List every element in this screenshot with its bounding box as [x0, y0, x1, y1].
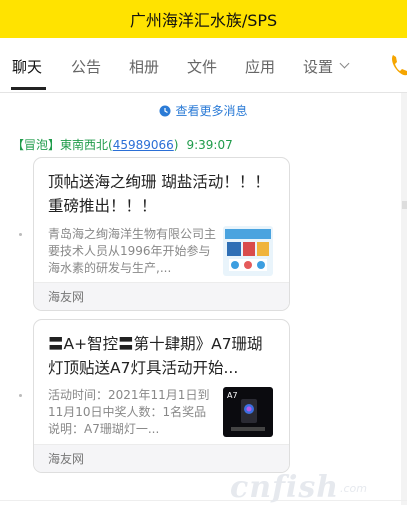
card-source: 海友网	[34, 282, 289, 310]
message-time: 9:39:07	[186, 138, 233, 152]
view-more-label: 查看更多消息	[175, 104, 248, 118]
message-bullet	[19, 233, 22, 236]
share-card[interactable]: 〓A+智控〓第十肆期》A7珊瑚灯顶贴送A7灯具活动开始... 活动时间：2021…	[33, 319, 290, 473]
sender-suffix: )	[173, 138, 179, 152]
card-thumbnail	[223, 226, 273, 276]
tab-apps[interactable]: 应用	[245, 57, 275, 77]
sender-qq-link[interactable]: 45989066	[113, 138, 174, 152]
tab-settings[interactable]: 设置	[303, 57, 333, 77]
card-description: 活动时间：2021年11月1日到11月10日中奖人数：1名奖品说明：A7珊瑚灯一…	[48, 388, 210, 436]
tab-album[interactable]: 相册	[129, 57, 159, 77]
tab-announcement[interactable]: 公告	[71, 57, 101, 77]
sender-name: 【冒泡】東南西北(	[12, 138, 113, 152]
card-title: 顶帖送海之绚珊 瑚盐活动！！！ 重磅推出！！！	[48, 173, 270, 215]
scrollbar-thumb[interactable]	[402, 201, 407, 209]
window-title: 广州海洋汇水族/SPS	[129, 11, 278, 30]
card-source: 海友网	[34, 444, 289, 472]
message-bullet	[19, 394, 22, 397]
card-description: 青岛海之绚海洋生物有限公司主要技术人员从1996年开始参与海水素的研发与生产,.…	[48, 227, 217, 275]
active-tab-indicator	[11, 87, 46, 90]
watermark-domain: .com	[340, 482, 367, 495]
clock-icon	[159, 105, 171, 117]
tab-chat[interactable]: 聊天	[12, 57, 42, 77]
card-thumbnail: A7	[223, 387, 273, 437]
tab-files[interactable]: 文件	[187, 57, 217, 77]
watermark-logo: cnfish	[230, 470, 340, 505]
card-title: 〓A+智控〓第十肆期》A7珊瑚灯顶贴送A7灯具活动开始...	[48, 335, 263, 377]
window-title-bar: 广州海洋汇水族/SPS	[0, 0, 407, 38]
share-card[interactable]: 顶帖送海之绚珊 瑚盐活动！！！ 重磅推出！！！ 青岛海之绚海洋生物有限公司主要技…	[33, 157, 290, 311]
divider	[0, 500, 407, 501]
svg-text:A7: A7	[227, 391, 238, 400]
scrollbar[interactable]	[401, 93, 407, 505]
phone-icon[interactable]	[390, 52, 407, 78]
view-more-messages-link[interactable]: 查看更多消息	[0, 102, 407, 119]
message-sender: 【冒泡】東南西北(45989066) 9:39:07	[12, 136, 233, 153]
